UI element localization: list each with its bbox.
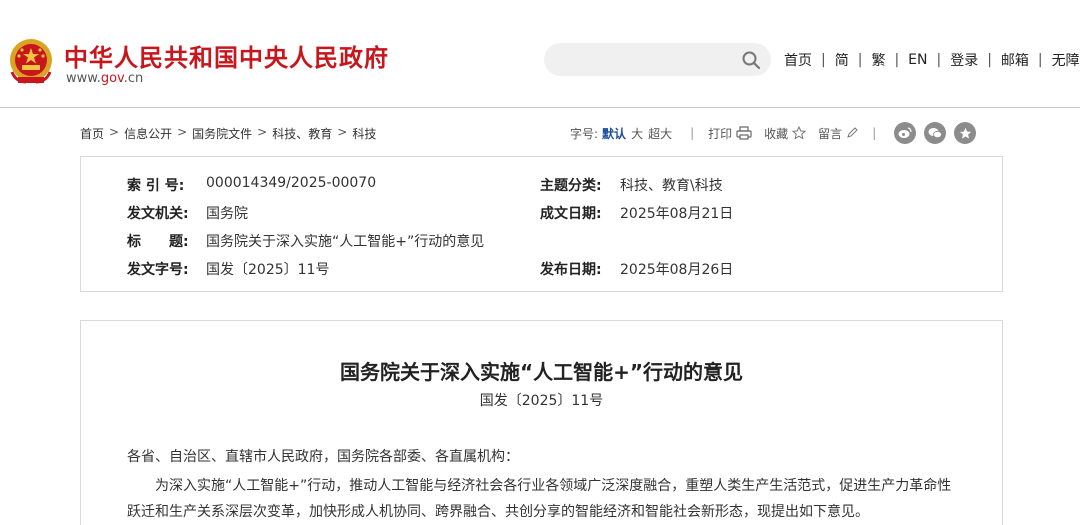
breadcrumb-separator: >	[337, 125, 348, 139]
breadcrumb-separator: >	[257, 125, 268, 139]
search-input[interactable]	[544, 43, 771, 76]
nav-mail[interactable]: 邮箱	[1001, 50, 1029, 70]
share-icons	[894, 122, 977, 144]
search-icon[interactable]	[741, 50, 761, 70]
favorite-button[interactable]: 收藏	[764, 125, 788, 142]
print-button[interactable]: 打印	[708, 125, 732, 142]
site-header: 中华人民共和国中央人民政府 www.gov.cn 首页 | 简 | 繁 | EN…	[0, 0, 1080, 108]
breadcrumb-info-public[interactable]: 信息公开	[124, 125, 172, 142]
nav-separator: |	[857, 52, 863, 68]
article-paragraph-line: 为深入实施“人工智能+”行动，推动人工智能与经济社会各行业各领域广泛深度融合，重…	[155, 478, 952, 494]
index-value: 000014349/2025-00070	[206, 175, 377, 191]
info-topic-row: 主题分类: 科技、教育\科技	[540, 175, 723, 195]
breadcrumb-home[interactable]: 首页	[80, 125, 104, 142]
site-title[interactable]: 中华人民共和国中央人民政府	[64, 38, 389, 73]
nav-accessibility[interactable]: 无障碍	[1052, 50, 1080, 70]
topic-value: 科技、教育\科技	[620, 178, 723, 194]
article-title: 国务院关于深入实施“人工智能+”行动的意见	[339, 360, 744, 384]
nav-separator: |	[936, 52, 942, 68]
title-label-part-a: 标	[127, 234, 141, 250]
pencil-icon[interactable]	[846, 127, 858, 139]
nav-english[interactable]: EN	[908, 52, 927, 68]
breadcrumb-tech[interactable]: 科技	[352, 125, 376, 142]
article-salutation: 各省、自治区、直辖市人民政府，国务院各部委、各直属机构：	[127, 449, 519, 465]
toolbar-separator: |	[690, 126, 695, 140]
nav-separator: |	[987, 52, 992, 68]
title-label-part-b: 题:	[169, 234, 189, 250]
breadcrumb-separator: >	[177, 125, 188, 139]
site-url[interactable]: www.gov.cn	[66, 71, 143, 86]
article-body: 国务院关于深入实施“人工智能+”行动的意见 国发〔2025〕11号 各省、自治区…	[80, 320, 1003, 525]
date-published-value: 2025年08月26日	[620, 262, 734, 278]
nav-login[interactable]: 登录	[950, 50, 978, 70]
info-issuer-row: 发文机关: 国务院	[127, 203, 248, 223]
nav-simplified[interactable]: 简	[835, 50, 849, 70]
breadcrumb-state-council-docs[interactable]: 国务院文件	[192, 125, 252, 142]
breadcrumb-separator: >	[109, 125, 120, 139]
font-size-default[interactable]: 默认	[602, 125, 626, 142]
date-published-label: 发布日期:	[540, 262, 602, 278]
info-index-row: 索 引 号: 000014349/2025-00070	[127, 175, 376, 195]
docno-value: 国发〔2025〕11号	[206, 262, 330, 278]
star-icon[interactable]	[954, 122, 977, 144]
font-size-large[interactable]: 大	[631, 125, 643, 142]
site-url-gov: gov	[100, 71, 124, 86]
star-outline-icon[interactable]	[792, 126, 807, 140]
nav-separator: |	[821, 52, 826, 68]
title-value: 国务院关于深入实施“人工智能+”行动的意见	[206, 234, 485, 250]
index-label: 索 引 号:	[127, 178, 185, 194]
breadcrumb-sci-edu[interactable]: 科技、教育	[272, 125, 332, 142]
site-url-suffix: .cn	[123, 71, 144, 86]
issuer-value: 国务院	[206, 206, 248, 222]
info-date-published-row: 发布日期: 2025年08月26日	[540, 259, 733, 279]
topic-label: 主题分类:	[540, 178, 602, 194]
toolbar-end-separator: |	[872, 126, 877, 140]
wechat-icon[interactable]	[924, 122, 947, 144]
nav-home[interactable]: 首页	[784, 50, 812, 70]
weibo-icon[interactable]	[894, 122, 917, 144]
article-doc-number: 国发〔2025〕11号	[479, 393, 604, 409]
comment-button[interactable]: 留言	[818, 125, 842, 142]
document-info-box: 索 引 号: 000014349/2025-00070 主题分类: 科技、教育\…	[80, 156, 1003, 292]
date-written-value: 2025年08月21日	[620, 206, 734, 222]
font-size-label: 字号:	[570, 126, 599, 141]
font-size-xlarge[interactable]: 超大	[648, 125, 672, 142]
article-toolbar: 字号: 默认 大 超大 | 打印 收藏 留言 |	[570, 121, 977, 145]
nav-separator: |	[1037, 52, 1043, 68]
top-nav: 首页 | 简 | 繁 | EN | 登录 | 邮箱 | 无障碍	[784, 50, 1080, 70]
info-docno-row: 发文字号: 国发〔2025〕11号	[127, 259, 329, 279]
info-title-row: 标 题: 国务院关于深入实施“人工智能+”行动的意见	[127, 231, 484, 251]
title-label: 标 题:	[127, 231, 206, 251]
site-url-prefix: www.	[66, 71, 101, 86]
nav-separator: |	[894, 52, 900, 68]
breadcrumb: 首页 > 信息公开 > 国务院文件 > 科技、教育 > 科技	[80, 125, 376, 142]
printer-icon[interactable]	[736, 126, 752, 140]
date-written-label: 成文日期:	[540, 206, 602, 222]
issuer-label: 发文机关:	[127, 206, 189, 222]
nav-traditional[interactable]: 繁	[871, 50, 885, 70]
docno-label: 发文字号:	[127, 262, 189, 278]
national-emblem-icon[interactable]	[8, 36, 54, 86]
info-date-written-row: 成文日期: 2025年08月21日	[540, 203, 733, 223]
article-paragraph-line: 跃迁和生产关系深层次变革，加快形成人机协同、跨界融合、共创分享的智能经济和智能社…	[127, 504, 869, 520]
